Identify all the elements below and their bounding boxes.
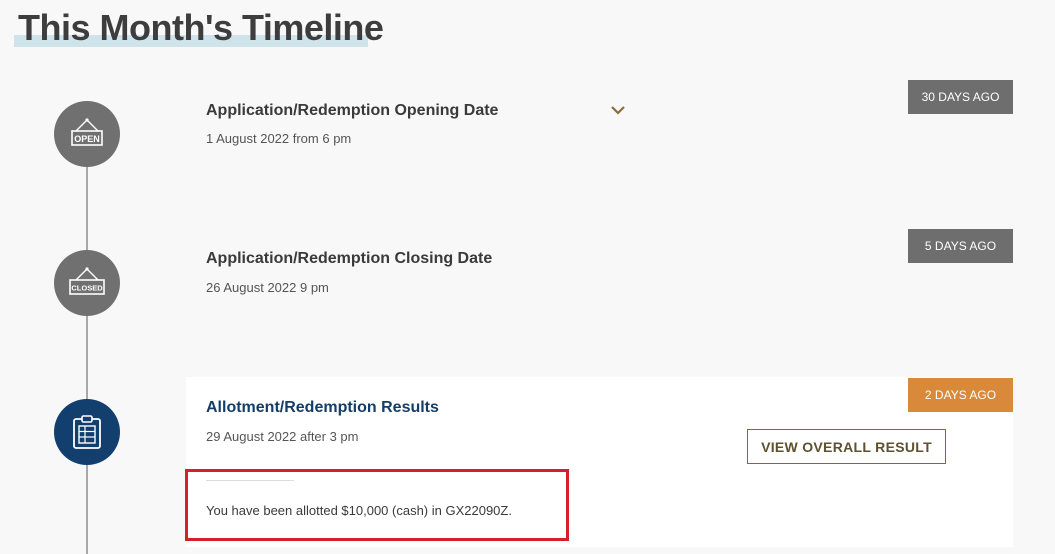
results-date-value: 29 August 2022 after 3 pm [206, 429, 359, 444]
status-badge-open: 30 DAYS AGO [908, 80, 1013, 114]
open-sign-text: OPEN [74, 134, 100, 144]
open-sign-icon: OPEN [69, 117, 105, 151]
closing-date-value: 26 August 2022 9 pm [206, 280, 329, 295]
opening-date-title: Application/Redemption Opening Date [206, 102, 499, 119]
opening-date-value: 1 August 2022 from 6 pm [206, 131, 352, 146]
page-title: This Month's Timeline [18, 7, 384, 48]
timeline-node-results [54, 399, 120, 465]
closing-date-title: Application/Redemption Closing Date [206, 250, 493, 267]
timeline-line [86, 134, 88, 554]
closed-sign-text: CLOSED [71, 284, 103, 293]
closed-sign-icon: CLOSED [68, 266, 106, 300]
chevron-down-icon[interactable] [610, 103, 626, 121]
view-overall-result-button[interactable]: VIEW OVERALL RESULT [747, 429, 946, 464]
status-badge-closed: 5 DAYS AGO [908, 229, 1013, 263]
timeline-node-open: OPEN [54, 101, 120, 167]
status-badge-results: 2 DAYS AGO [908, 378, 1013, 412]
highlight-box [185, 469, 569, 541]
results-title[interactable]: Allotment/Redemption Results [206, 399, 439, 417]
clipboard-results-icon [72, 414, 102, 450]
timeline-node-closed: CLOSED [54, 250, 120, 316]
